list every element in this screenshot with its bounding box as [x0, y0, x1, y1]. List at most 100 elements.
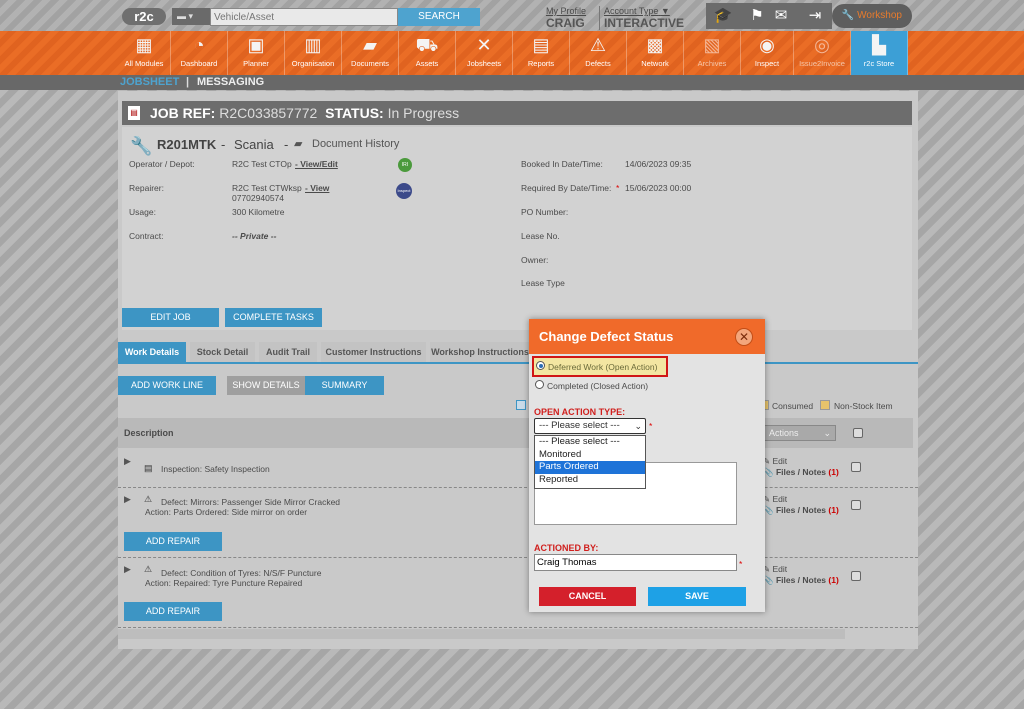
iri-badge[interactable]: IRI	[398, 158, 412, 172]
complete-tasks-button[interactable]: COMPLETE TASKS	[225, 308, 322, 327]
files-notes-link[interactable]: 📎 Files / Notes (1)	[763, 575, 839, 586]
warning-icon: ⚠	[144, 494, 153, 504]
search-input[interactable]	[210, 8, 398, 26]
nav-network[interactable]: ▩ Network	[627, 31, 684, 75]
consumed-legend: Consumed	[772, 401, 814, 411]
edit-link[interactable]: ✎ Edit	[763, 456, 787, 467]
nav-issue2invoice[interactable]: ◎ Issue2Invoice	[794, 31, 851, 75]
nav-planner[interactable]: ▣ Planner	[228, 31, 285, 75]
building-icon: ▥	[304, 35, 322, 55]
nav-r2c-store[interactable]: ▙ r2c Store	[851, 31, 908, 75]
summary-button[interactable]: SUMMARY	[305, 376, 384, 395]
actions-select[interactable]: Actions ⌄	[764, 425, 836, 441]
completed-label[interactable]: Completed (Closed Action)	[547, 381, 648, 391]
close-icon[interactable]: ✕	[735, 328, 753, 346]
account-type-value: INTERACTIVE	[604, 16, 685, 30]
tab-messaging[interactable]: MESSAGING	[197, 75, 264, 90]
edit-job-button[interactable]: EDIT JOB	[122, 308, 219, 327]
nav-label: r2c Store	[863, 59, 895, 68]
warning-icon: ⚠	[144, 564, 153, 574]
nav-reports[interactable]: ▤ Reports	[513, 31, 570, 75]
graduation-cap-icon[interactable]: 🎓	[706, 3, 740, 29]
nav-label: Inspect	[754, 59, 780, 68]
mail-icon[interactable]: ✉	[764, 3, 798, 29]
account-type-link[interactable]: Account Type	[604, 6, 658, 16]
nav-assets[interactable]: ⛟ Assets	[399, 31, 456, 75]
operator-view-edit-link[interactable]: - View/Edit	[295, 159, 338, 169]
pdf-icon[interactable]: ▤	[128, 106, 140, 120]
account-type[interactable]: Account Type ▼ INTERACTIVE	[599, 6, 684, 30]
wrench-icon: 🔧	[130, 136, 153, 156]
tab-customer-instructions[interactable]: Customer Instructions	[321, 342, 426, 362]
expand-arrow-icon[interactable]: ▶	[124, 494, 131, 505]
deferred-option-highlight[interactable]: Deferred Work (Open Action)	[532, 356, 668, 377]
lease-type-label: Lease Type	[521, 278, 565, 288]
nav-defects[interactable]: ⚠ Defects	[570, 31, 627, 75]
add-repair-button[interactable]: ADD REPAIR	[124, 532, 222, 551]
option-parts-ordered[interactable]: Parts Ordered	[535, 461, 645, 474]
actioned-by-input[interactable]	[534, 554, 737, 571]
option-reported[interactable]: Reported	[535, 474, 645, 487]
required-value: 15/06/2023 00:00	[625, 183, 692, 193]
operator-value: R2C Test CTOp	[232, 159, 292, 169]
nav-label: Reports	[527, 59, 555, 68]
expand-arrow-icon[interactable]: ▶	[124, 456, 131, 467]
edit-link[interactable]: ✎ Edit	[763, 494, 787, 505]
nav-all-modules[interactable]: ▦ All Modules	[118, 31, 171, 75]
files-notes-link[interactable]: 📎 Files / Notes (1)	[763, 467, 839, 478]
cancel-button[interactable]: CANCEL	[539, 587, 636, 606]
clipboard-icon: ▤	[532, 35, 550, 55]
invoice-icon: ◎	[814, 35, 830, 55]
edit-link[interactable]: ✎ Edit	[763, 564, 787, 575]
r2c-logo[interactable]: r2c	[122, 8, 166, 25]
document-history-link[interactable]: Document History	[312, 138, 399, 150]
nav-inspect[interactable]: ◉ Inspect	[741, 31, 794, 75]
files-notes-link[interactable]: 📎 Files / Notes (1)	[763, 505, 839, 516]
nav-dashboard[interactable]: ◔ Dashboard	[171, 31, 228, 75]
tab-jobsheet[interactable]: JOBSHEET	[120, 75, 179, 90]
search-type-select[interactable]: ▬ ▾	[172, 8, 210, 25]
add-work-line-button[interactable]: ADD WORK LINE	[118, 376, 216, 395]
show-details-button[interactable]: SHOW DETAILS	[227, 376, 305, 395]
logout-icon[interactable]: ⇥	[798, 3, 832, 29]
nav-archives[interactable]: ▧ Archives	[684, 31, 741, 75]
completed-radio[interactable]	[535, 380, 544, 389]
separator: -	[284, 137, 289, 152]
option-monitored[interactable]: Monitored	[535, 449, 645, 462]
add-repair-button[interactable]: ADD REPAIR	[124, 602, 222, 621]
select-all-checkbox[interactable]	[853, 428, 863, 438]
row-checkbox[interactable]	[851, 462, 861, 472]
dialog-header: Change Defect Status	[529, 319, 765, 354]
workshop-badge[interactable]: 🔧 Workshop	[832, 4, 912, 28]
nav-documents[interactable]: ▰ Documents	[342, 31, 399, 75]
row-checkbox[interactable]	[851, 571, 861, 581]
job-details: 🔧 R201MTK - Scania - ▰ Document History …	[122, 127, 912, 330]
repairer-label: Repairer:	[129, 183, 164, 193]
booked-value: 14/06/2023 09:35	[625, 159, 692, 169]
tab-stock-detail[interactable]: Stock Detail	[190, 342, 255, 362]
open-action-type-select[interactable]: --- Please select --- ⌄	[534, 418, 646, 434]
option-please-select[interactable]: --- Please select ---	[535, 436, 645, 449]
row-checkbox[interactable]	[851, 500, 861, 510]
work-line-row: ▶ ▤ Inspection: Safety Inspection ✎ Edit…	[118, 450, 918, 488]
actioned-by-label: ACTIONED BY:	[534, 543, 599, 553]
search-button[interactable]: SEARCH	[398, 8, 480, 26]
job-ref-label: JOB REF:	[150, 105, 216, 121]
calendar-icon: ▣	[247, 35, 265, 55]
save-button[interactable]: SAVE	[648, 587, 746, 606]
grid-icon: ▦	[135, 35, 153, 55]
tab-workshop-instructions[interactable]: Workshop Instructions	[430, 342, 530, 362]
work-line-row: ▶ ⚠ Defect: Condition of Tyres: N/S/F Pu…	[118, 558, 918, 628]
expand-arrow-icon[interactable]: ▶	[124, 564, 131, 575]
inspect-badge[interactable]: Inspect	[396, 183, 412, 199]
top-bar: r2c ▬ ▾ SEARCH My Profile CRAIG Account …	[0, 0, 1024, 31]
deferred-radio[interactable]	[536, 361, 545, 370]
deferred-label[interactable]: Deferred Work (Open Action)	[548, 362, 657, 372]
my-profile[interactable]: My Profile CRAIG	[546, 6, 586, 30]
tab-work-details[interactable]: Work Details	[118, 342, 186, 362]
nav-jobsheets[interactable]: ✕ Jobsheets	[456, 31, 513, 75]
nav-organisation[interactable]: ▥ Organisation	[285, 31, 342, 75]
repairer-view-link[interactable]: - View	[305, 183, 329, 193]
tab-audit-trail[interactable]: Audit Trail	[259, 342, 317, 362]
my-profile-link[interactable]: My Profile	[546, 6, 586, 16]
